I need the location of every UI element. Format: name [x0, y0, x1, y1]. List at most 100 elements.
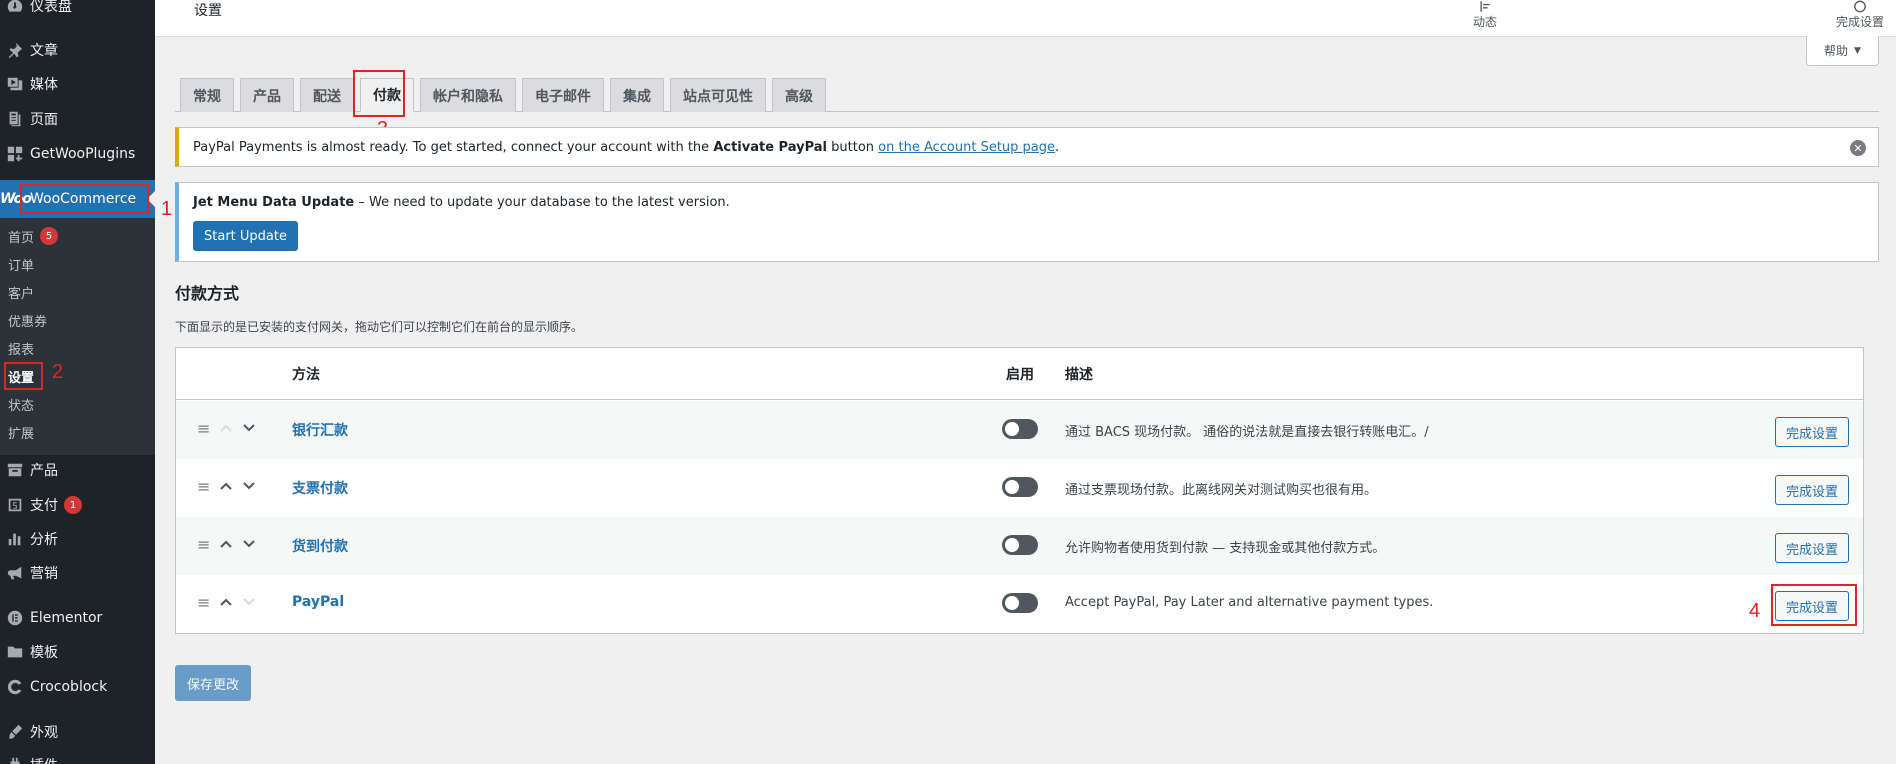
method-name-link[interactable]: 货到付款: [292, 536, 348, 556]
enable-toggle[interactable]: [1002, 419, 1038, 439]
move-up-icon[interactable]: [218, 536, 234, 552]
notice-strong: Jet Menu Data Update: [193, 195, 355, 210]
finish-setup-button[interactable]: 完成设置: [1836, 0, 1884, 37]
submenu-item-orders[interactable]: 订单: [8, 252, 34, 276]
tab-accounts-privacy[interactable]: 帐户和隐私: [420, 78, 516, 112]
method-name-link[interactable]: 支票付款: [292, 478, 348, 498]
drag-handle-icon[interactable]: ≡: [197, 537, 211, 553]
menu-item-media[interactable]: 媒体: [0, 67, 155, 101]
submenu-item-customers[interactable]: 客户: [8, 280, 34, 304]
submenu-label: 客户: [8, 286, 35, 302]
caret-down-icon: ▼: [1854, 45, 1861, 56]
notice-text-part: – We need to update your database to the…: [354, 195, 730, 210]
tab-products[interactable]: 产品: [240, 78, 294, 112]
menu-label: GetWooPlugins: [30, 146, 136, 162]
submenu-label: 优惠券: [8, 314, 48, 330]
method-name-link[interactable]: PayPal: [292, 594, 344, 610]
notice-text: PayPal Payments is almost ready. To get …: [193, 140, 1059, 155]
enable-toggle[interactable]: [1002, 535, 1038, 555]
enable-toggle[interactable]: [1002, 477, 1038, 497]
submenu-item-status[interactable]: 状态: [8, 392, 34, 416]
notice-text-part: button: [827, 139, 879, 155]
move-down-icon[interactable]: [241, 536, 257, 552]
drag-handle-icon[interactable]: ≡: [197, 479, 211, 495]
menu-label: 产品: [30, 463, 58, 479]
move-down-icon[interactable]: [241, 478, 257, 494]
menu-item-getwooplugins[interactable]: GetWooPlugins: [0, 137, 155, 171]
move-up-icon[interactable]: [218, 478, 234, 494]
folder-icon: [0, 643, 30, 661]
payment-icon: [0, 496, 30, 514]
method-description: Accept PayPal, Pay Later and alternative…: [1065, 595, 1434, 610]
drag-handle-icon[interactable]: ≡: [197, 595, 211, 611]
menu-item-marketing[interactable]: 营销: [0, 556, 155, 590]
tab-site-visibility[interactable]: 站点可见性: [670, 78, 766, 112]
move-up-icon[interactable]: [218, 420, 234, 436]
finish-setup-label: 完成设置: [1836, 15, 1885, 29]
top-header: 设置 动态 完成设置: [155, 0, 1896, 37]
dismiss-icon[interactable]: ✕: [1850, 140, 1866, 156]
submenu-item-reports[interactable]: 报表: [8, 336, 34, 360]
bar-chart-icon: [0, 530, 30, 548]
tab-emails[interactable]: 电子邮件: [522, 78, 604, 112]
activity-button[interactable]: 动态: [1473, 0, 1497, 37]
start-update-button[interactable]: Start Update: [193, 221, 298, 251]
tab-shipping[interactable]: 配送: [300, 78, 354, 112]
move-down-icon[interactable]: [241, 420, 257, 436]
menu-item-posts[interactable]: 文章: [0, 33, 155, 67]
activity-label: 动态: [1473, 15, 1498, 29]
submenu-item-coupons[interactable]: 优惠券: [8, 308, 47, 332]
menu-item-appearance[interactable]: 外观: [0, 715, 155, 749]
move-down-icon[interactable]: [241, 594, 257, 610]
tab-general[interactable]: 常规: [180, 78, 234, 112]
menu-item-products[interactable]: 产品: [0, 453, 155, 487]
menu-item-payments[interactable]: 支付 1: [0, 488, 155, 522]
notice-text-part: PayPal Payments is almost ready. To get …: [193, 139, 714, 155]
tab-advanced[interactable]: 高级: [772, 78, 826, 112]
annotation-number-1: 1: [161, 198, 173, 220]
tab-integration[interactable]: 集成: [610, 78, 664, 112]
menu-label: 外观: [30, 725, 58, 741]
finish-setup-button[interactable]: 完成设置: [1775, 475, 1849, 505]
notification-badge: 1: [64, 496, 82, 514]
menu-label: 页面: [30, 112, 58, 128]
annotation-box-1: [20, 184, 149, 214]
submenu-label: 状态: [8, 398, 35, 414]
account-setup-link[interactable]: on the Account Setup page: [878, 140, 1055, 155]
menu-item-analytics[interactable]: 分析: [0, 522, 155, 556]
submenu-item-extensions[interactable]: 扩展: [8, 420, 34, 444]
table-row: ≡ 银行汇款 通过 BACS 现场付款。 通俗的说法就是直接去银行转账电汇。/ …: [176, 401, 1863, 459]
save-changes-button[interactable]: 保存更改: [175, 665, 251, 701]
page-icon: [0, 110, 30, 128]
menu-item-templates[interactable]: 模板: [0, 635, 155, 669]
progress-circle-icon: [1854, 0, 1866, 13]
notice-text-part: .: [1055, 139, 1060, 155]
notification-badge: 5: [40, 227, 59, 245]
method-name-link[interactable]: 银行汇款: [292, 420, 348, 440]
finish-setup-button[interactable]: 完成设置: [1775, 417, 1849, 447]
drag-handle-icon[interactable]: ≡: [197, 421, 211, 437]
submenu-label: 首页: [8, 230, 35, 246]
menu-item-pages[interactable]: 页面: [0, 102, 155, 136]
megaphone-icon: [0, 564, 30, 582]
submenu-label: 扩展: [8, 426, 35, 442]
menu-item-crocoblock[interactable]: Crocoblock: [0, 670, 155, 704]
help-button[interactable]: 帮助 ▼: [1806, 36, 1879, 66]
finish-setup-button[interactable]: 完成设置: [1775, 533, 1849, 563]
paypal-notice: PayPal Payments is almost ready. To get …: [175, 127, 1879, 167]
annotation-box-4: [1771, 584, 1857, 626]
pin-icon: [0, 41, 30, 59]
column-header-enabled: 启用: [1006, 367, 1034, 383]
submenu-label: 报表: [8, 342, 35, 358]
method-description: 通过支票现场付款。此离线网关对测试购买也很有用。: [1065, 483, 1378, 498]
annotation-box-2: [4, 362, 43, 390]
menu-item-elementor[interactable]: Elementor: [0, 601, 155, 635]
submenu-item-home[interactable]: 首页 5: [8, 224, 59, 248]
menu-item-dashboard[interactable]: 仪表盘: [0, 0, 155, 23]
move-up-icon[interactable]: [218, 594, 234, 610]
menu-item-plugins[interactable]: 插件: [0, 748, 155, 764]
method-description: 通过 BACS 现场付款。 通俗的说法就是直接去银行转账电汇。/: [1065, 425, 1429, 440]
media-icon: [0, 75, 30, 93]
enable-toggle[interactable]: [1002, 593, 1038, 613]
menu-label: 分析: [30, 532, 58, 548]
